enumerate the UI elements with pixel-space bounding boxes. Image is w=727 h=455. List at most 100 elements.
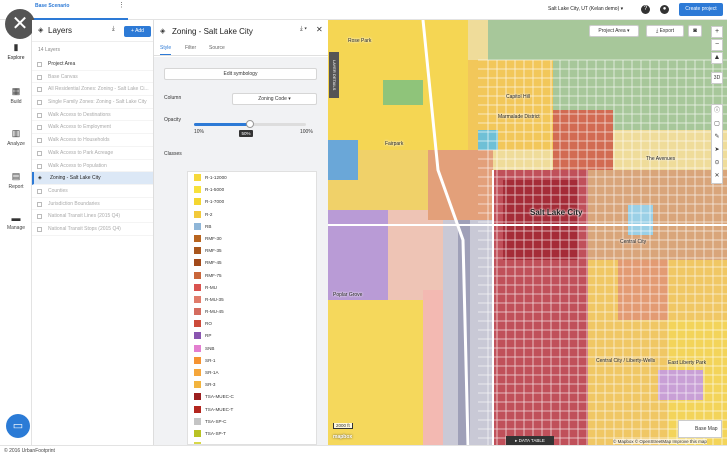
column-select[interactable]: Zoning Code ▾ xyxy=(232,93,317,105)
nav-report[interactable]: ▤ Report xyxy=(0,171,32,190)
layer-toggle[interactable] xyxy=(37,87,42,93)
class-item[interactable]: R-1-7000 xyxy=(188,196,316,208)
layer-item[interactable]: Walk Access to Households xyxy=(32,134,153,147)
download-icon[interactable]: ⤓ ▾ xyxy=(300,26,307,33)
class-item[interactable]: RMF-30 xyxy=(188,233,316,245)
class-swatch[interactable] xyxy=(194,429,201,437)
layer-toggle[interactable] xyxy=(37,150,42,156)
class-swatch[interactable] xyxy=(194,259,201,267)
chat-icon[interactable]: ▭ xyxy=(6,414,30,438)
class-swatch[interactable] xyxy=(194,332,201,340)
layer-toggle[interactable] xyxy=(37,163,42,169)
layer-toggle[interactable] xyxy=(37,112,42,118)
select-box-icon[interactable]: ▢ xyxy=(712,118,722,131)
close-icon[interactable]: ✕ xyxy=(316,25,323,34)
nav-build[interactable]: ▦ Build xyxy=(0,86,32,105)
class-swatch[interactable] xyxy=(194,308,201,316)
identify-icon[interactable]: ⊙ xyxy=(712,157,722,170)
class-item[interactable]: TSA-MUEC-C xyxy=(188,391,316,403)
class-item[interactable]: RP xyxy=(188,330,316,342)
layer-item[interactable]: Base Canvas xyxy=(32,71,153,84)
class-swatch[interactable] xyxy=(194,247,201,255)
class-swatch[interactable] xyxy=(194,393,201,401)
class-swatch[interactable] xyxy=(194,295,201,303)
layer-details-tab[interactable]: LAYER DETAILS xyxy=(329,52,339,98)
class-swatch[interactable] xyxy=(194,186,201,194)
class-item[interactable]: SR-1A xyxy=(188,367,316,379)
class-item[interactable]: SNB xyxy=(188,343,316,355)
class-item[interactable]: RO xyxy=(188,318,316,330)
class-item[interactable]: R-1-5000 xyxy=(188,184,316,196)
tab-filter[interactable]: Filter xyxy=(185,45,196,51)
class-item[interactable]: SR-3 xyxy=(188,379,316,391)
slider-handle[interactable] xyxy=(246,120,254,128)
3d-toggle[interactable]: 3D xyxy=(711,72,723,84)
class-swatch[interactable] xyxy=(194,198,201,206)
layer-toggle[interactable] xyxy=(37,74,42,80)
layer-toggle[interactable] xyxy=(37,214,42,220)
class-swatch[interactable] xyxy=(194,381,201,389)
layers-icon[interactable]: ◈ xyxy=(38,172,43,181)
layer-toggle[interactable] xyxy=(37,188,42,194)
nav-explore[interactable]: ▮ Explore xyxy=(0,42,32,61)
opacity-slider[interactable] xyxy=(194,120,306,128)
class-swatch[interactable] xyxy=(194,344,201,352)
layer-item[interactable]: Project Area xyxy=(32,58,153,71)
class-item[interactable]: R-1-12000 xyxy=(188,172,316,184)
layer-item[interactable]: All Residential Zones: Zoning - Salt Lak… xyxy=(32,83,153,97)
info-icon[interactable]: ⓘ xyxy=(712,105,722,118)
edit-symbology-button[interactable]: Edit symbology xyxy=(164,68,317,80)
add-layer-button[interactable]: + Add xyxy=(124,26,151,37)
layer-toggle[interactable] xyxy=(37,201,42,207)
layer-item[interactable]: National Transit Lines (2015 Q4) xyxy=(32,210,153,223)
class-swatch[interactable] xyxy=(194,283,201,291)
class-item[interactable]: RMF-75 xyxy=(188,270,316,282)
download-icon[interactable]: ⤓ xyxy=(112,26,115,33)
class-item[interactable]: R-MU xyxy=(188,282,316,294)
project-area-select[interactable]: Project Area ▾ xyxy=(589,25,639,37)
layer-toggle[interactable] xyxy=(37,100,42,106)
tab-source[interactable]: Source xyxy=(209,45,225,51)
class-swatch[interactable] xyxy=(194,405,201,413)
layer-item[interactable]: Walk Access to Employment xyxy=(32,121,153,135)
layer-toggle[interactable] xyxy=(37,138,42,144)
layer-toggle[interactable] xyxy=(37,62,42,67)
class-item[interactable]: RMF-35 xyxy=(188,245,316,257)
class-swatch[interactable] xyxy=(194,356,201,364)
nav-manage[interactable]: ▬ Manage xyxy=(0,213,32,231)
class-swatch[interactable] xyxy=(194,222,201,230)
class-item[interactable]: R-2 xyxy=(188,209,316,221)
class-swatch[interactable] xyxy=(194,234,201,242)
pointer-icon[interactable]: ➤ xyxy=(712,144,722,157)
draw-icon[interactable]: ✎ xyxy=(712,131,722,144)
layer-toggle[interactable] xyxy=(37,125,42,131)
attribution[interactable]: © Mapbox © OpenStreetMap Improve this ma… xyxy=(613,439,707,444)
class-item[interactable]: TSA-SP-C xyxy=(188,416,316,428)
layer-item[interactable]: Walk Access to Population xyxy=(32,160,153,173)
map-canvas[interactable] xyxy=(328,20,727,445)
layer-item[interactable]: ◈ Zoning - Salt Lake City xyxy=(32,172,153,185)
class-swatch[interactable] xyxy=(194,320,201,328)
class-swatch[interactable] xyxy=(194,174,201,181)
layer-item[interactable]: Jurisdiction Boundaries xyxy=(32,198,153,211)
basemap-button[interactable]: Base Map xyxy=(678,420,722,438)
class-swatch[interactable] xyxy=(194,271,201,279)
class-swatch[interactable] xyxy=(194,417,201,425)
help-icon[interactable]: ? xyxy=(641,5,650,14)
close-icon[interactable]: ✕ xyxy=(5,9,35,39)
close-icon[interactable]: ✕ xyxy=(712,170,722,183)
layer-item[interactable]: Single Family Zones: Zoning - Salt Lake … xyxy=(32,96,153,109)
camera-icon[interactable]: ◙ xyxy=(688,25,702,37)
layer-item[interactable]: Walk Access to Park Acreage xyxy=(32,147,153,160)
location-selector[interactable]: Salt Lake City, UT (Kelan demo) ▾ xyxy=(548,6,623,12)
class-item[interactable]: RMF-45 xyxy=(188,257,316,269)
scenario-tab[interactable]: Base Scenario ⋮ xyxy=(32,0,128,20)
class-item[interactable]: TSA-MUEC-T xyxy=(188,404,316,416)
class-item[interactable]: R-MU-45 xyxy=(188,306,316,318)
compass-icon[interactable]: ▲ xyxy=(711,52,723,64)
nav-analyze[interactable]: ▥ Analyze xyxy=(0,128,32,147)
class-item[interactable]: TSA-SP-T xyxy=(188,428,316,440)
more-icon[interactable]: ⋮ xyxy=(118,1,125,9)
class-item[interactable]: R-MU-35 xyxy=(188,294,316,306)
class-swatch[interactable] xyxy=(194,210,201,218)
